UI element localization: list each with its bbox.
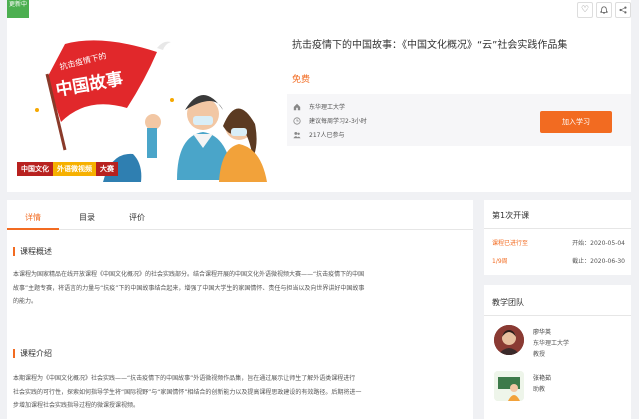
banner-contest-label: 中国文化 外语微视频 大赛 (17, 162, 118, 176)
teacher-photo (494, 325, 524, 355)
intro-heading: 课程介绍 (13, 348, 52, 359)
overview-line: 的能力。 (13, 298, 38, 305)
session-title: 第1次开课 (492, 211, 530, 220)
overview-text: 本课程为国家精品在线开放课程《中国文化概况》的社会实践部分。结合课程开展的中国文… (13, 268, 467, 309)
overview-line: 故事”主题专赛，将语言的力量与“抗疫”下的中国故事结合起来，增强了中国大学生的家… (13, 284, 365, 292)
favorite-heart-icon[interactable]: ♡ (577, 2, 593, 18)
notification-bell-icon[interactable] (596, 2, 612, 18)
course-detail-card: 详情 目录 评价 课程概述 本课程为国家精品在线开放课程《中国文化概况》的社会实… (7, 200, 473, 419)
school-name[interactable]: 东华理工大学 (309, 102, 345, 111)
divider (484, 228, 631, 229)
banner-illustration (7, 30, 276, 182)
course-cover-banner[interactable]: 抗击疫情下的 中国故事 中国文化 外语微视频 大赛 (7, 30, 276, 182)
session-status: 课程已进行至 (492, 240, 529, 247)
team-member-role: 助教 (533, 386, 546, 393)
team-member-name[interactable]: 廖华英 (533, 327, 551, 336)
session-start-date: 开始：2020-05-04 (572, 240, 625, 247)
team-member-name[interactable]: 张艳茹 (533, 373, 551, 382)
avatar[interactable] (494, 325, 524, 355)
intro-line: 社会实践的可行性，探索如何指导学生将“国际视野”与“家国情怀”相结合的创新能力以… (13, 388, 362, 396)
tab-catalog[interactable]: 目录 (79, 212, 95, 223)
enrolled-count: 217人已参与 (309, 132, 345, 139)
heading-accent-bar (13, 349, 15, 358)
join-course-button[interactable]: 加入学习 (540, 111, 612, 133)
clock-icon (293, 116, 301, 125)
session-progress: 1/9周 (492, 258, 508, 265)
course-info-box: 东华理工大学 建议每周学习2-3小时 217人已参与 加入学习 (287, 94, 631, 146)
people-icon (293, 131, 301, 139)
banner-contest-part2: 外语微视频 (53, 162, 96, 176)
intro-text: 本期课程为《中国文化概况》社会实践——“抗击疫情下的中国故事”外语微视频作品集，… (13, 372, 467, 413)
banner-contest-part3: 大赛 (96, 162, 118, 176)
session-end-date: 截止：2020-06-30 (572, 258, 625, 265)
active-tab-indicator (7, 228, 59, 230)
course-title: 抗击疫情下的中国故事：《中国文化概况》“云”社会实践作品集 (292, 40, 568, 51)
team-member-org: 东华理工大学 (533, 340, 570, 347)
team-title: 教学团队 (492, 298, 524, 307)
school-row: 东华理工大学 (293, 102, 345, 111)
divider (484, 315, 631, 316)
overview-title: 课程概述 (20, 247, 52, 256)
team-member-role: 教授 (533, 351, 546, 358)
home-icon (293, 103, 301, 111)
tab-details[interactable]: 详情 (25, 212, 41, 223)
study-hours: 建议每周学习2-3小时 (309, 118, 367, 125)
tab-reviews[interactable]: 评价 (129, 212, 145, 223)
update-status-badge: 更新中 (7, 0, 29, 18)
banner-contest-part1: 中国文化 (17, 162, 53, 176)
course-header-card: 抗击疫情下的 中国故事 中国文化 外语微视频 大赛 更新中 ♡ 抗击疫情下的中国… (7, 0, 631, 192)
intro-line: 本期课程为《中国文化概况》社会实践——“抗击疫情下的中国故事”外语微视频作品集，… (13, 375, 356, 382)
assistant-avatar-illustration (494, 371, 524, 401)
overview-line: 本课程为国家精品在线开放课程《中国文化概况》的社会实践部分。结合课程开展的中国文… (13, 271, 365, 278)
enrolled-row: 217人已参与 (293, 130, 344, 139)
share-icon[interactable] (615, 2, 631, 18)
avatar[interactable] (494, 371, 524, 401)
hours-row: 建议每周学习2-3小时 (293, 116, 367, 125)
intro-line: 步增加课程社会实践指导过程的微课授课视频。 (13, 402, 140, 409)
heading-accent-bar (13, 247, 15, 256)
intro-title: 课程介绍 (20, 349, 52, 358)
course-tabs: 详情 目录 评价 (7, 200, 473, 230)
course-price: 免费 (292, 75, 311, 85)
header-action-icons: ♡ (577, 2, 631, 18)
overview-heading: 课程概述 (13, 246, 52, 257)
teaching-team-card: 教学团队 廖华英 东华理工大学 教授 张艳茹 助教 (484, 285, 631, 419)
session-card: 第1次开课 课程已进行至 开始：2020-05-04 1/9周 截止：2020-… (484, 200, 631, 275)
